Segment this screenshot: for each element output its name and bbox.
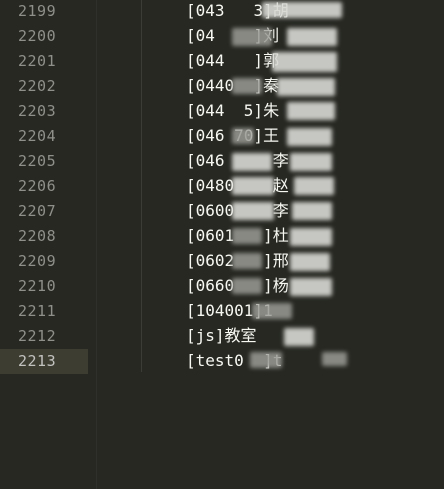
editor-line[interactable]: 2201 [044 ]郭 [0, 49, 444, 74]
editor-line[interactable]: 2199 [043 3]胡 [0, 0, 444, 24]
line-number: 2207 [18, 202, 57, 220]
editor-line[interactable]: 2202 [0440 ]秦 [0, 74, 444, 99]
line-number: 2200 [18, 27, 57, 45]
editor-line[interactable]: 2211 [104001]1 [0, 299, 444, 324]
line-number: 2213 [18, 352, 57, 370]
redaction-overlay [232, 0, 347, 372]
editor-line[interactable]: 2210 [0660 ]杨 [0, 274, 444, 299]
line-number: 2202 [18, 77, 57, 95]
editor-line[interactable]: 2207 [0600 李 [0, 199, 444, 224]
editor-line[interactable]: 2204 [046 70]王 [0, 124, 444, 149]
editor-line[interactable]: 2209 [0602 ]邢 [0, 249, 444, 274]
text-editor[interactable]: 2199 [043 3]胡 2200 [04 ]刘 2201 [044 ]郭 2… [0, 0, 444, 489]
line-number: 2211 [18, 302, 57, 320]
line-number: 2209 [18, 252, 57, 270]
line-number: 2210 [18, 277, 57, 295]
editor-line[interactable]: 2212 [js]教室 [0, 324, 444, 349]
editor-line-current[interactable]: 2213 [test0 ]t [0, 349, 444, 374]
editor-line[interactable]: 2206 [0480 赵 [0, 174, 444, 199]
editor-line[interactable]: 2208 [0601 ]杜 [0, 224, 444, 249]
line-number: 2208 [18, 227, 57, 245]
editor-line[interactable]: 2205 [046 李 [0, 149, 444, 174]
editor-line[interactable]: 2203 [044 5]朱 [0, 99, 444, 124]
line-number: 2205 [18, 152, 57, 170]
line-number: 2206 [18, 177, 57, 195]
line-number: 2201 [18, 52, 57, 70]
line-number: 2204 [18, 127, 57, 145]
line-number: 2199 [18, 2, 57, 20]
line-number: 2203 [18, 102, 57, 120]
editor-line[interactable]: 2200 [04 ]刘 [0, 24, 444, 49]
line-number: 2212 [18, 327, 57, 345]
